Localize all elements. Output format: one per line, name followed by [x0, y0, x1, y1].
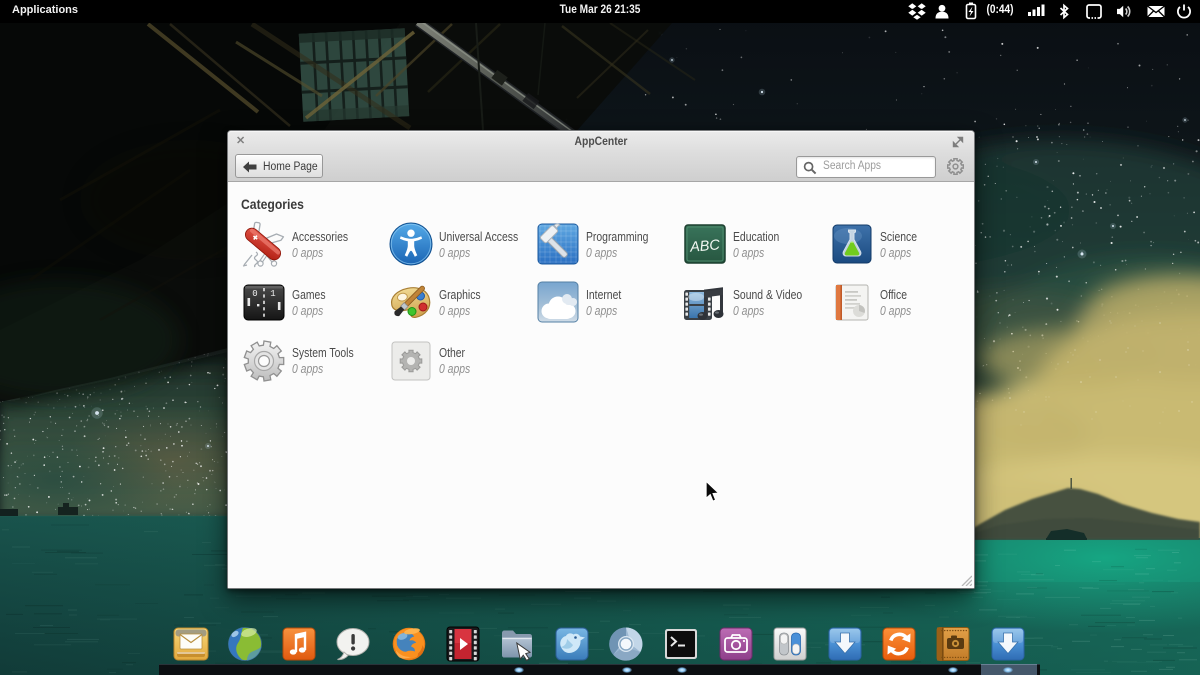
svg-text:ABC: ABC — [688, 237, 721, 256]
svg-text:1: 1 — [270, 289, 275, 299]
svg-text:0: 0 — [252, 289, 257, 299]
